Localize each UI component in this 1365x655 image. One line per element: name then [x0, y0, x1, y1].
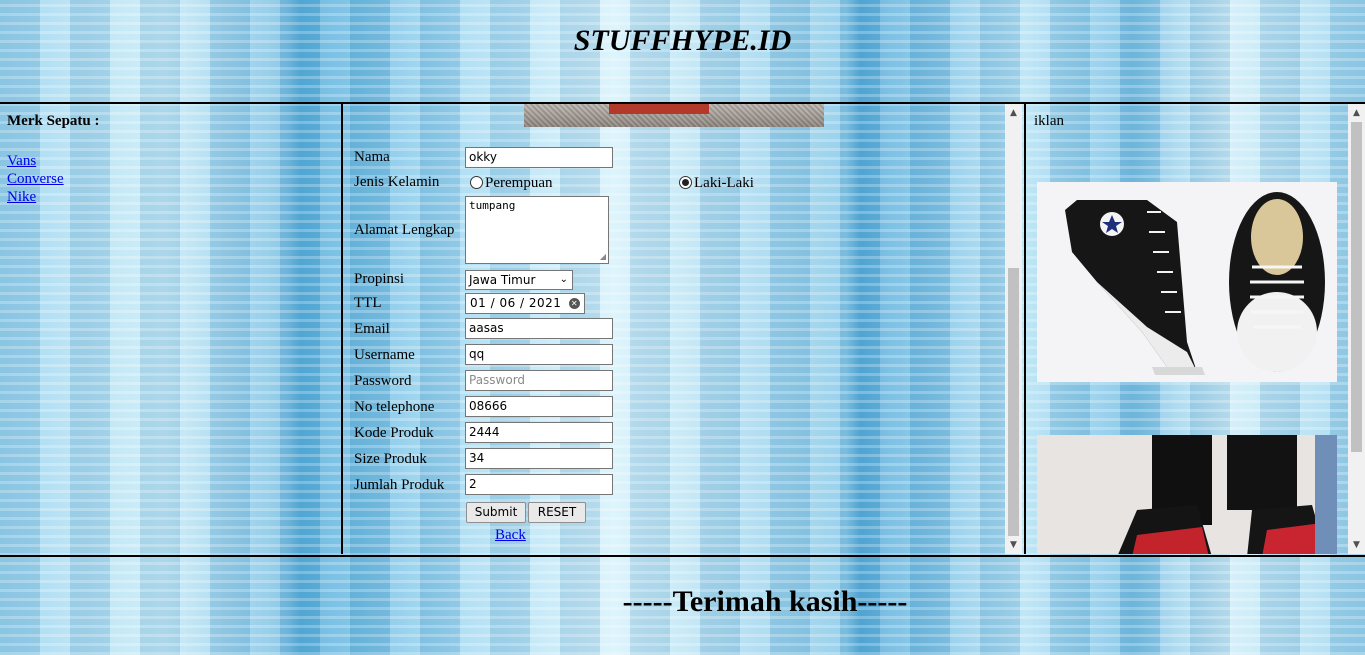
email-input[interactable]: aasas [465, 318, 613, 339]
left-frame: Merk Sepatu : Vans Converse Nike [0, 104, 340, 554]
gender-laki-laki-label: Laki-Laki [694, 175, 754, 191]
ad-scrollbar[interactable]: ▲ ▼ [1348, 104, 1365, 554]
footer-text: -----Terimah kasih----- [622, 585, 908, 618]
back-link[interactable]: Back [495, 527, 526, 544]
resize-grip-icon[interactable]: ◢ [600, 252, 606, 261]
form-scroll-thumb[interactable] [1008, 268, 1019, 536]
ttl-date-input[interactable]: 01 / 06 / 2021 ✕ [465, 293, 585, 314]
footer-divider [0, 555, 1365, 557]
gender-radio-perempuan[interactable] [470, 176, 483, 189]
form-frame: Nama okky Jenis Kelamin Perempuan Laki-L… [343, 104, 1023, 554]
kode-produk-input[interactable]: 2444 [465, 422, 613, 443]
telp-label: No telephone [354, 399, 435, 415]
gender-label: Jenis Kelamin [354, 174, 440, 190]
brand-link-converse[interactable]: Converse [7, 170, 64, 188]
nike-shoes-graphic [1037, 435, 1337, 554]
reset-button[interactable]: RESET [528, 502, 586, 523]
scroll-down-icon[interactable]: ▼ [1348, 538, 1365, 552]
ad-frame: iklan ▲ ▼ [1026, 104, 1365, 554]
top-product-image [524, 104, 824, 127]
alamat-textarea[interactable]: tumpang ◢ [465, 196, 609, 264]
password-input[interactable]: Password [465, 370, 613, 391]
ttl-label: TTL [354, 295, 382, 311]
email-label: Email [354, 321, 390, 337]
ad-title: iklan [1034, 113, 1064, 129]
gender-radio-laki-laki[interactable] [679, 176, 692, 189]
nama-input[interactable]: okky [465, 147, 613, 168]
ad-scroll-thumb[interactable] [1351, 122, 1362, 452]
propinsi-label: Propinsi [354, 271, 405, 287]
brand-link-nike[interactable]: Nike [7, 188, 64, 206]
username-input[interactable]: qq [465, 344, 613, 365]
brand-link-vans[interactable]: Vans [7, 152, 64, 170]
propinsi-value: Jawa Timur [469, 273, 536, 287]
chevron-down-icon: ⌄ [559, 274, 568, 285]
scroll-up-icon[interactable]: ▲ [1005, 106, 1022, 120]
nama-label: Nama [354, 149, 390, 165]
gender-perempuan-label: Perempuan [485, 175, 553, 191]
propinsi-select[interactable]: Jawa Timur ⌄ [465, 270, 573, 290]
kode-produk-label: Kode Produk [354, 425, 434, 441]
jumlah-produk-input[interactable]: 2 [465, 474, 613, 495]
size-produk-input[interactable]: 34 [465, 448, 613, 469]
converse-shoes-graphic [1065, 192, 1325, 375]
alamat-value: tumpang [469, 199, 516, 212]
brand-list: Vans Converse Nike [7, 152, 64, 206]
ttl-value: 01 / 06 / 2021 [470, 296, 562, 310]
username-label: Username [354, 347, 415, 363]
submit-button[interactable]: Submit [466, 502, 526, 523]
ad-image-converse [1037, 182, 1337, 382]
size-produk-label: Size Produk [354, 451, 427, 467]
ad-image-nike [1037, 435, 1337, 554]
telp-input[interactable]: 08666 [465, 396, 613, 417]
alamat-label: Alamat Lengkap [354, 222, 455, 238]
brand-list-title: Merk Sepatu : [7, 113, 100, 129]
clear-icon[interactable]: ✕ [569, 298, 580, 309]
jumlah-produk-label: Jumlah Produk [354, 477, 445, 493]
form-scrollbar[interactable]: ▲ ▼ [1005, 104, 1022, 554]
site-title: STUFFHYPE.ID [573, 24, 792, 57]
password-label: Password [354, 373, 412, 389]
scroll-down-icon[interactable]: ▼ [1005, 538, 1022, 552]
scroll-up-icon[interactable]: ▲ [1348, 106, 1365, 120]
